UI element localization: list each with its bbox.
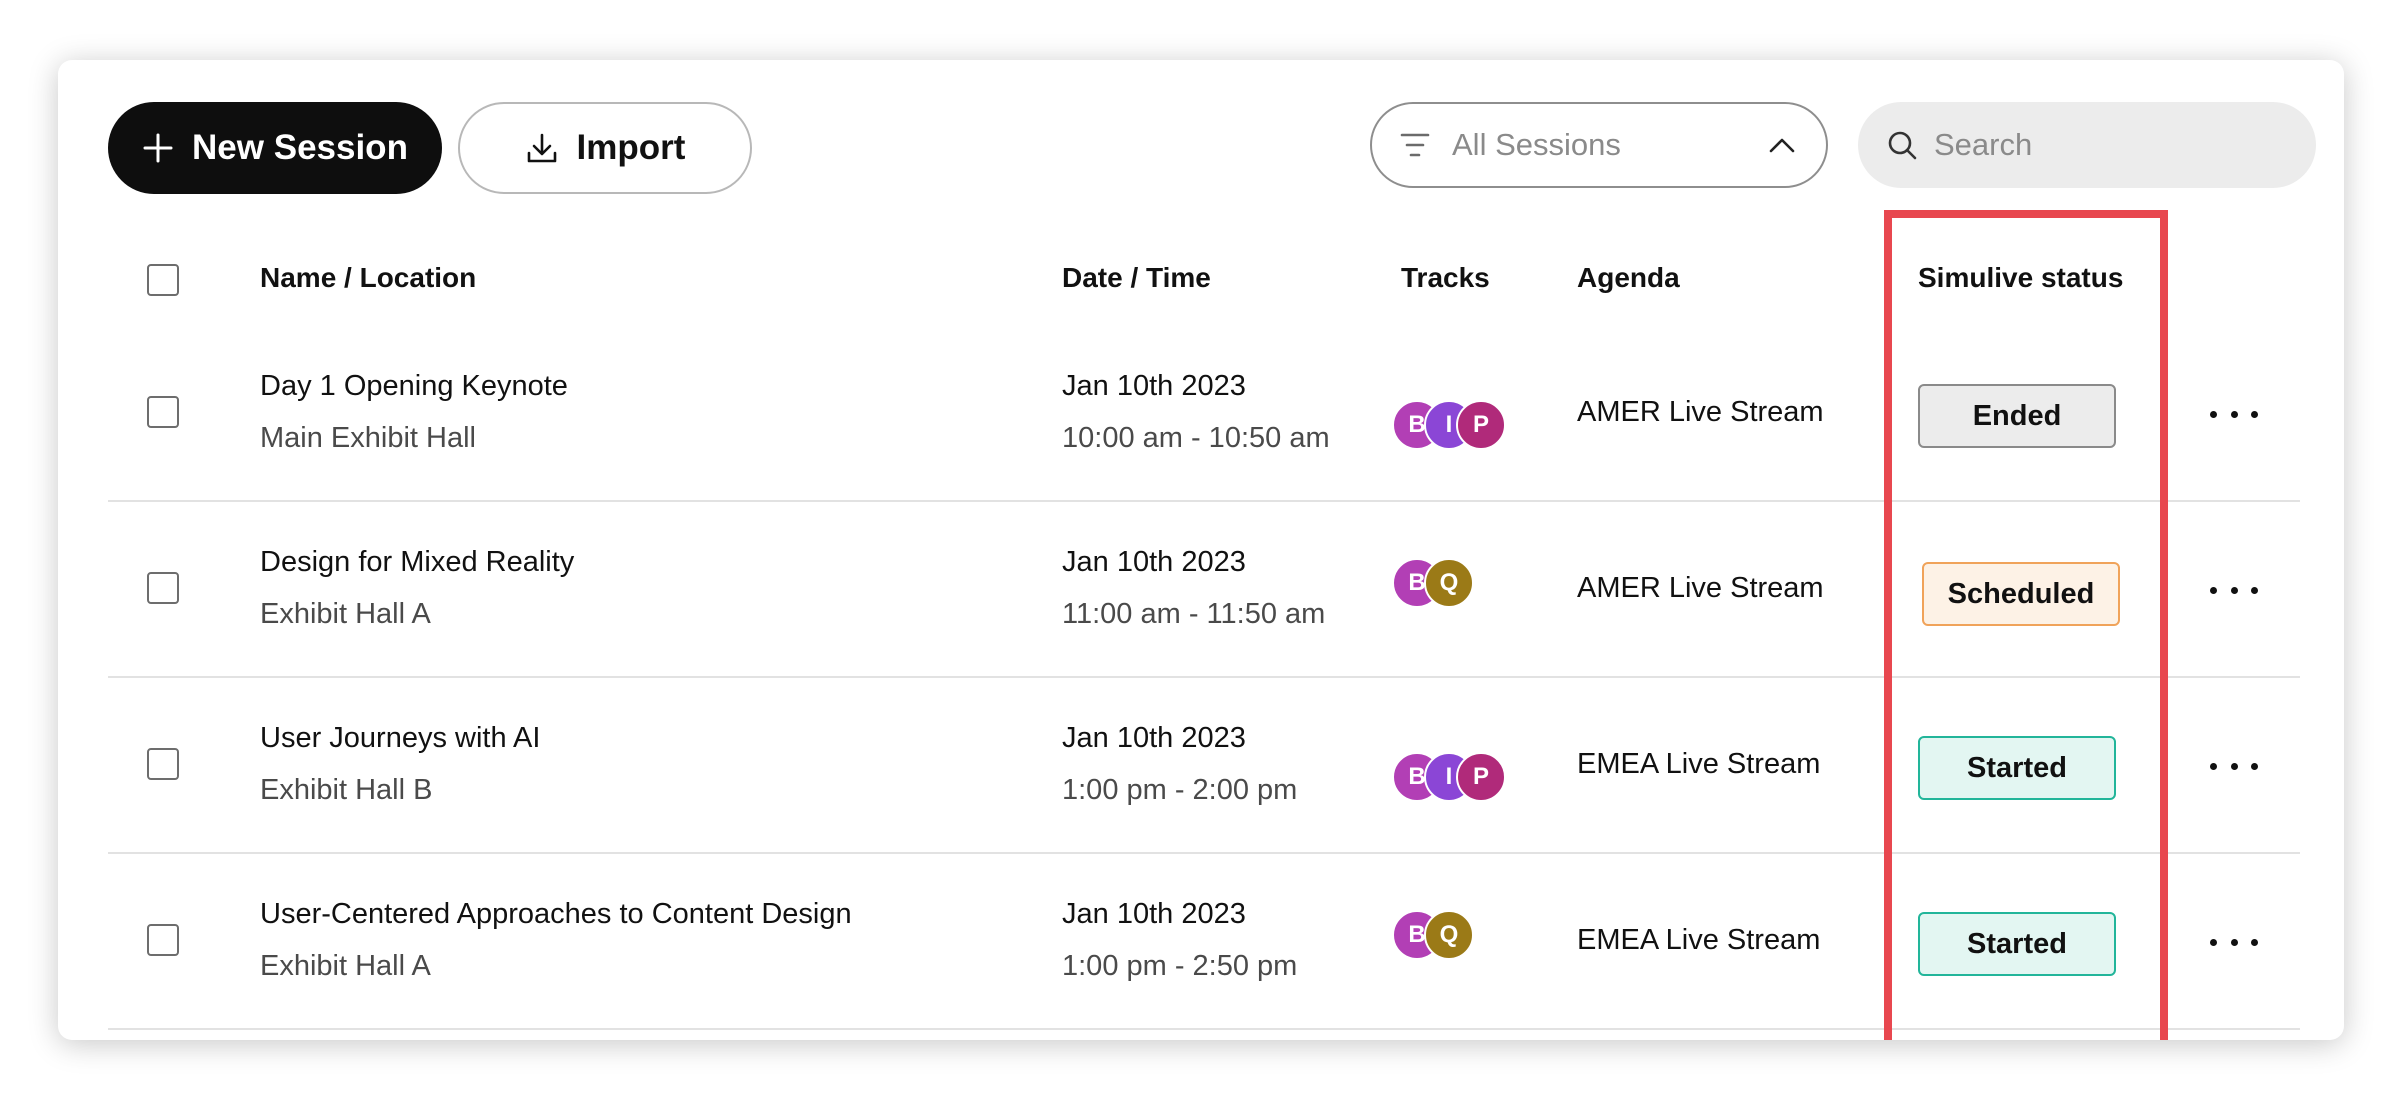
status-badge: Scheduled	[1922, 562, 2120, 626]
more-horizontal-icon[interactable]	[2210, 404, 2258, 424]
select-all-checkbox[interactable]	[147, 264, 179, 296]
session-date: Jan 10th 2023	[1062, 546, 1246, 578]
session-agenda: EMEA Live Stream	[1577, 748, 1821, 780]
more-horizontal-icon[interactable]	[2210, 756, 2258, 776]
search-input[interactable]: Search	[1858, 102, 2316, 188]
avatar: Q	[1424, 558, 1474, 608]
more-horizontal-icon[interactable]	[2210, 580, 2258, 600]
column-header-name[interactable]: Name / Location	[260, 262, 476, 294]
row-divider	[108, 500, 2300, 502]
session-agenda: EMEA Live Stream	[1577, 924, 1821, 956]
column-header-agenda[interactable]: Agenda	[1577, 262, 1680, 294]
session-agenda: AMER Live Stream	[1577, 572, 1824, 604]
more-horizontal-icon[interactable]	[2210, 932, 2258, 952]
chevron-up-icon	[1769, 138, 1795, 153]
import-button[interactable]: Import	[458, 102, 752, 194]
session-agenda: AMER Live Stream	[1577, 396, 1824, 428]
session-name[interactable]: User-Centered Approaches to Content Desi…	[260, 898, 852, 931]
import-label: Import	[576, 128, 686, 167]
search-icon	[1888, 131, 1917, 160]
column-header-status[interactable]: Simulive status	[1918, 262, 2123, 294]
new-session-button[interactable]: New Session	[108, 102, 442, 194]
session-time: 11:00 am - 11:50 am	[1062, 598, 1326, 630]
track-avatars: B I P	[1392, 400, 1506, 450]
session-date: Jan 10th 2023	[1062, 370, 1246, 402]
track-avatars: B I P	[1392, 752, 1506, 802]
download-icon	[527, 133, 556, 163]
session-location: Exhibit Hall A	[260, 598, 431, 630]
status-badge: Started	[1918, 912, 2116, 976]
plus-icon	[143, 133, 173, 163]
avatar: Q	[1424, 910, 1474, 960]
session-name[interactable]: Design for Mixed Reality	[260, 546, 574, 579]
session-filter-select[interactable]: All Sessions	[1370, 102, 1828, 188]
track-avatars: B Q	[1392, 910, 1474, 960]
status-badge: Ended	[1918, 384, 2116, 448]
row-divider	[108, 852, 2300, 854]
session-date: Jan 10th 2023	[1062, 722, 1246, 754]
session-location: Exhibit Hall A	[260, 950, 431, 982]
session-time: 1:00 pm - 2:00 pm	[1062, 774, 1298, 806]
row-checkbox[interactable]	[147, 748, 179, 780]
column-header-tracks[interactable]: Tracks	[1401, 262, 1490, 294]
status-badge: Started	[1918, 736, 2116, 800]
row-divider	[108, 676, 2300, 678]
session-location: Main Exhibit Hall	[260, 422, 476, 454]
session-time: 10:00 am - 10:50 am	[1062, 422, 1330, 454]
session-name[interactable]: Day 1 Opening Keynote	[260, 370, 568, 403]
sessions-card: New Session Import All Sessions Search N…	[58, 60, 2344, 1040]
row-checkbox[interactable]	[147, 924, 179, 956]
row-divider	[108, 1028, 2300, 1030]
filter-value: All Sessions	[1452, 127, 1621, 162]
row-checkbox[interactable]	[147, 396, 179, 428]
avatar: P	[1456, 400, 1506, 450]
session-location: Exhibit Hall B	[260, 774, 433, 806]
row-checkbox[interactable]	[147, 572, 179, 604]
session-name[interactable]: User Journeys with AI	[260, 722, 540, 755]
filter-lines-icon	[1400, 133, 1430, 157]
session-time: 1:00 pm - 2:50 pm	[1062, 950, 1298, 982]
search-placeholder: Search	[1934, 127, 2033, 162]
track-avatars: B Q	[1392, 558, 1474, 608]
new-session-label: New Session	[192, 128, 408, 167]
avatar: P	[1456, 752, 1506, 802]
session-date: Jan 10th 2023	[1062, 898, 1246, 930]
column-header-date[interactable]: Date / Time	[1062, 262, 1211, 294]
